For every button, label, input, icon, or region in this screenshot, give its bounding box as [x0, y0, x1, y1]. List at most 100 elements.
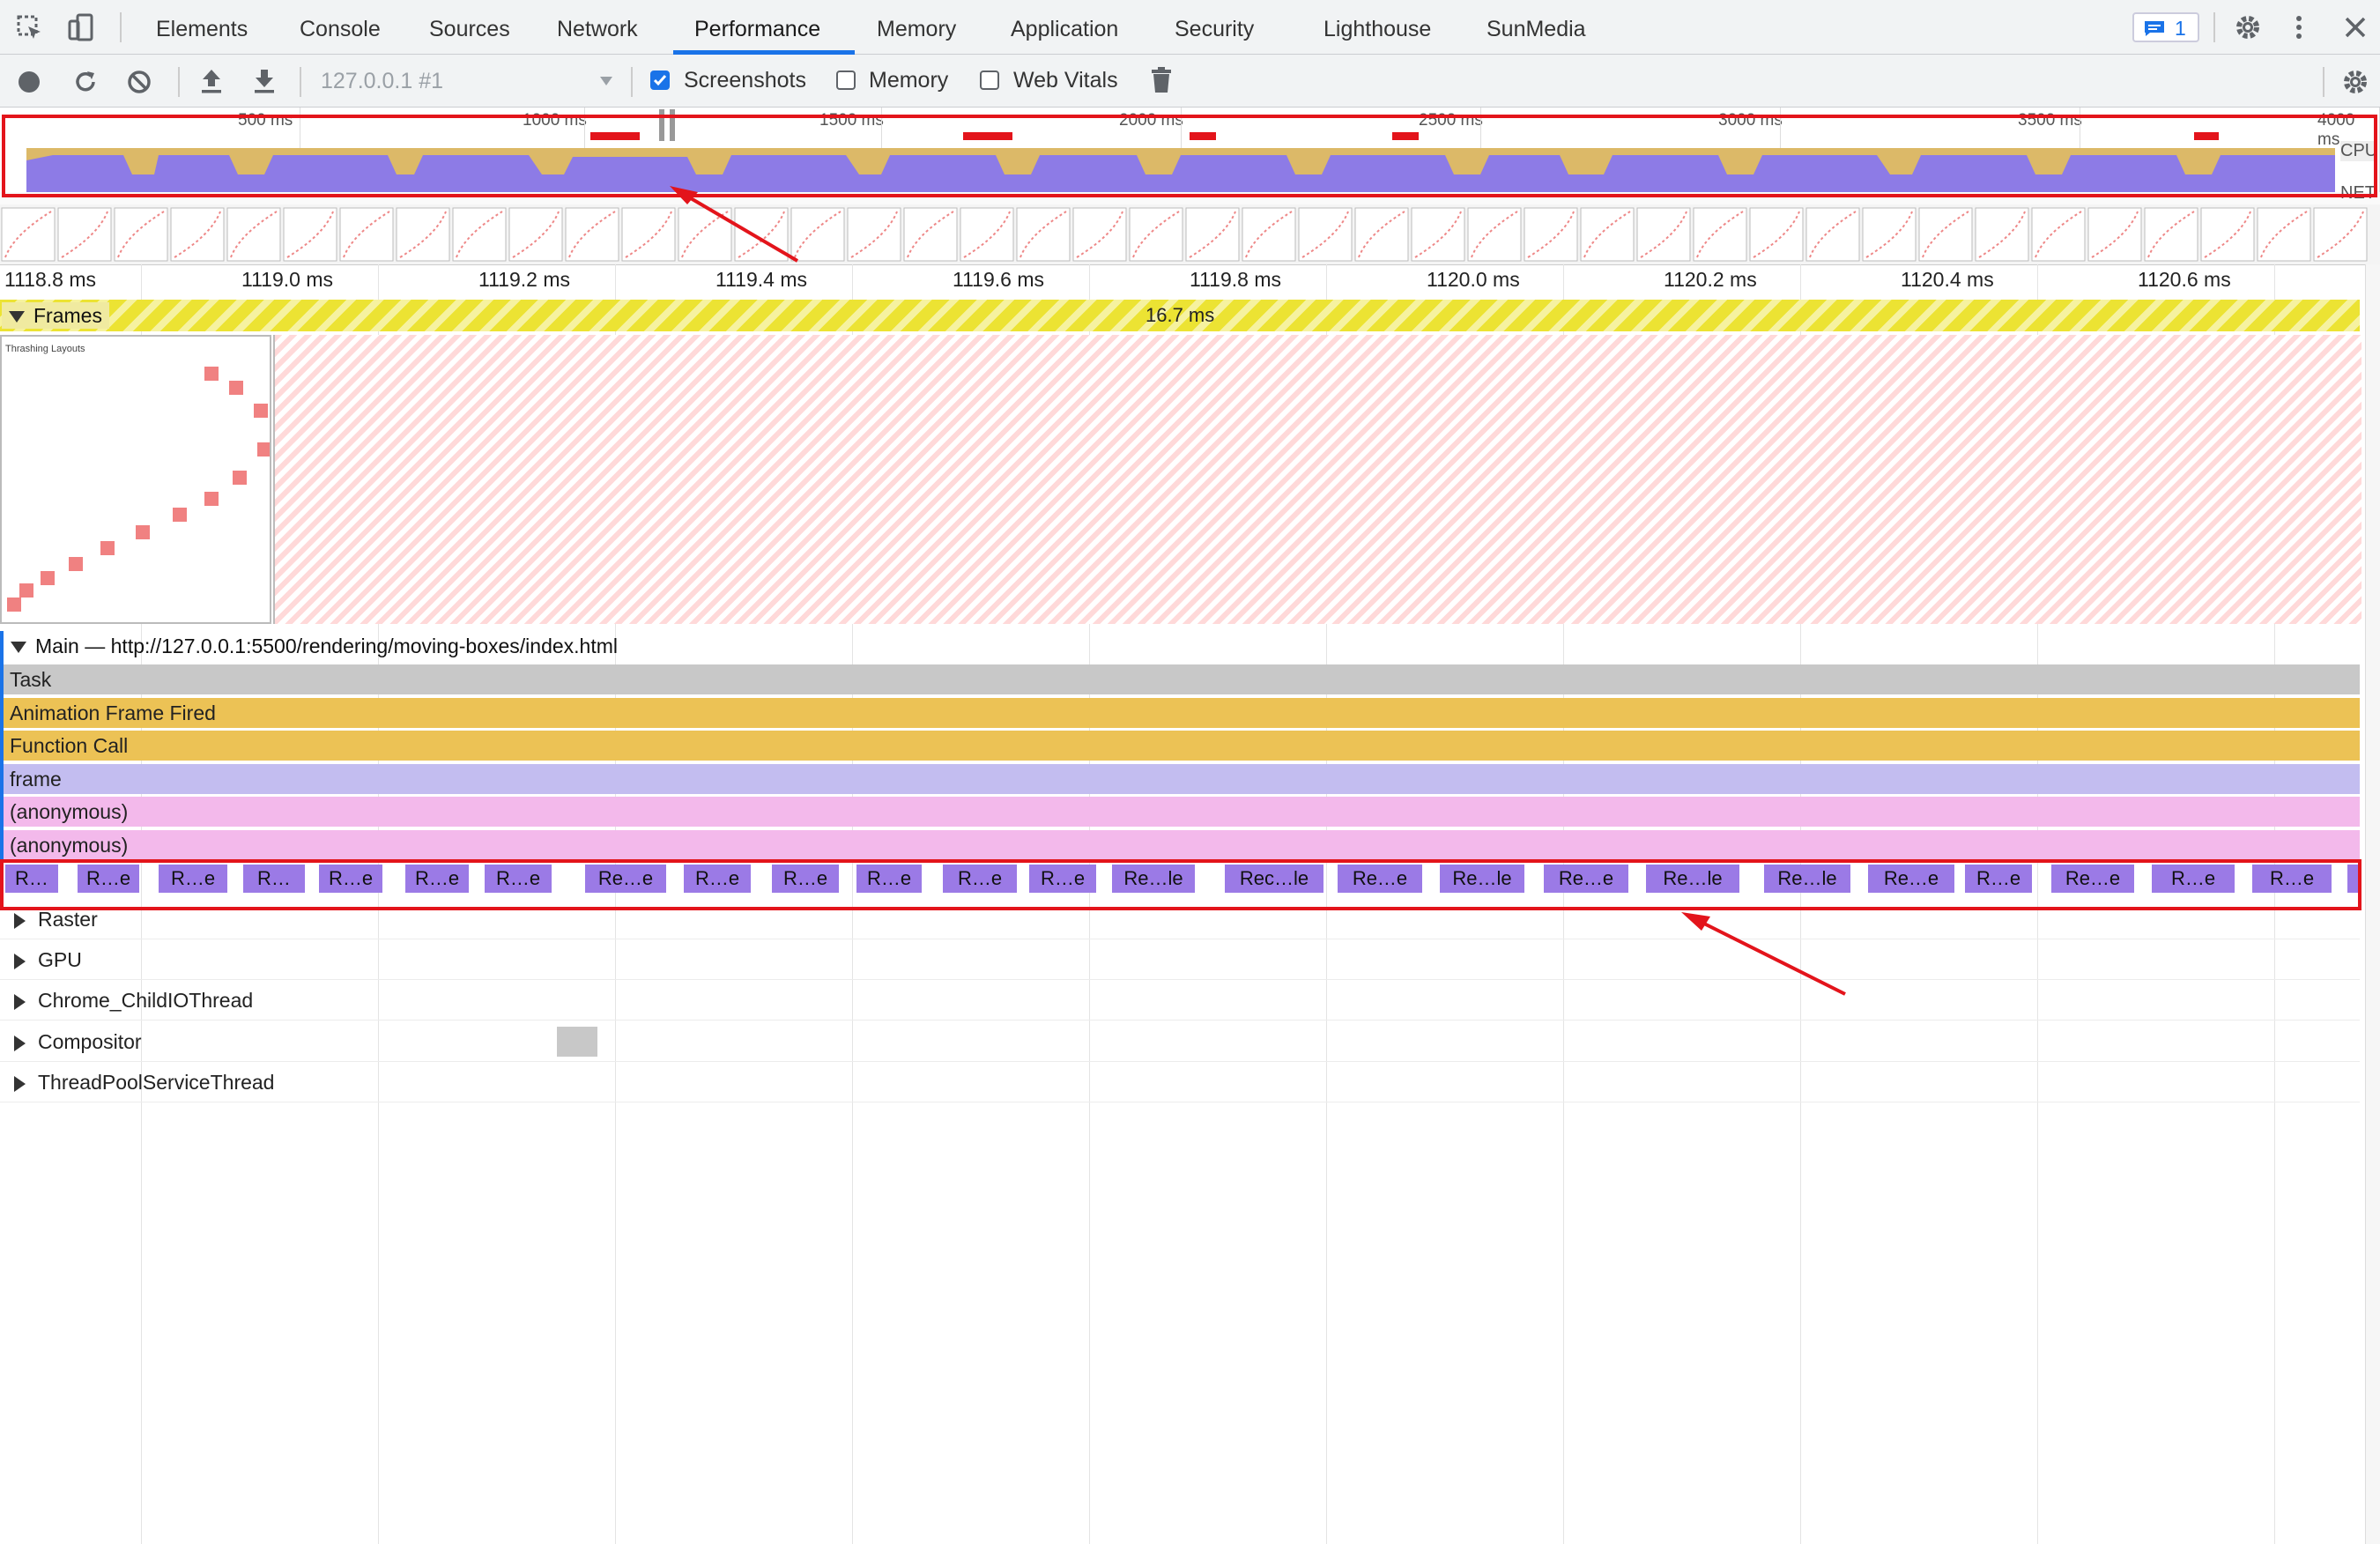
thread-track-label: Raster — [38, 908, 98, 931]
filmstrip-thumbnail[interactable] — [1072, 207, 1127, 262]
filmstrip-thumbnail[interactable] — [2087, 207, 2142, 262]
compositor-event[interactable] — [557, 1027, 597, 1057]
filmstrip-thumbnail[interactable] — [1524, 207, 1578, 262]
filmstrip-thumbnail[interactable] — [2257, 207, 2311, 262]
trash-icon[interactable] — [1151, 67, 1172, 93]
filmstrip-thumbnail[interactable] — [1918, 207, 1973, 262]
filmstrip-thumbnail[interactable] — [508, 207, 563, 262]
filmstrip-thumbnail[interactable] — [2200, 207, 2255, 262]
filmstrip-thumbnail[interactable] — [1016, 207, 1071, 262]
moving-box — [100, 541, 115, 555]
profile-select[interactable]: 127.0.0.1 #1 — [319, 62, 619, 100]
filmstrip-thumbnail[interactable] — [1129, 207, 1183, 262]
filmstrip-thumbnail[interactable] — [1975, 207, 2029, 262]
filmstrip-thumbnail[interactable] — [1242, 207, 1296, 262]
dropped-frame-region[interactable] — [273, 335, 2361, 624]
tab-performance[interactable]: Performance — [694, 0, 820, 55]
thread-track-compositor[interactable]: Compositor — [0, 1021, 2360, 1062]
thread-track-threadpoolservicethread[interactable]: ThreadPoolServiceThread — [0, 1062, 2360, 1102]
filmstrip-thumbnail[interactable] — [734, 207, 789, 262]
anonymous-function-event[interactable]: (anonymous) — [4, 797, 2360, 828]
thread-track-chrome-childiothread[interactable]: Chrome_ChildIOThread — [0, 980, 2360, 1021]
filmstrip-thumbnail[interactable] — [565, 207, 619, 262]
filmstrip-thumbnail[interactable] — [2313, 207, 2368, 262]
devtools-tab-bar: Elements Console Sources Network Perform… — [0, 0, 2380, 55]
filmstrip-thumbnail[interactable] — [170, 207, 225, 262]
issues-badge[interactable]: 1 — [2132, 12, 2199, 42]
record-icon[interactable] — [18, 71, 41, 93]
filmstrip-thumbnail[interactable] — [1298, 207, 1353, 262]
frame-screenshot[interactable]: Thrashing Layouts — [0, 335, 271, 624]
filmstrip-thumbnail[interactable] — [1185, 207, 1240, 262]
filmstrip-thumbnail[interactable] — [1636, 207, 1691, 262]
filmstrip-thumbnail[interactable] — [790, 207, 845, 262]
capture-settings-gear-icon[interactable] — [2340, 67, 2370, 97]
vertical-scrollbar[interactable] — [2365, 264, 2380, 1544]
close-icon[interactable] — [2344, 16, 2367, 39]
filmstrip-thumbnail[interactable] — [57, 207, 112, 262]
device-toolbar-icon[interactable] — [67, 12, 97, 42]
expand-triangle-icon — [14, 912, 26, 929]
filmstrip-thumbnail[interactable] — [114, 207, 168, 262]
chevron-down-icon — [600, 77, 612, 85]
time-tick-label: 1120.0 ms — [1427, 268, 1520, 291]
tab-console[interactable]: Console — [300, 0, 381, 55]
filmstrip-thumbnail[interactable] — [226, 207, 281, 262]
settings-gear-icon[interactable] — [2233, 12, 2263, 42]
function-call-event[interactable]: Function Call — [4, 731, 2360, 761]
filmstrip-thumbnail[interactable] — [2031, 207, 2086, 262]
issues-count: 1 — [2175, 17, 2186, 40]
memory-checkbox[interactable] — [836, 71, 856, 90]
filmstrip-thumbnail[interactable] — [452, 207, 507, 262]
filmstrip-thumbnail[interactable] — [396, 207, 450, 262]
task-event[interactable]: Task — [4, 664, 2360, 694]
filmstrip-thumbnail[interactable] — [903, 207, 958, 262]
tab-memory[interactable]: Memory — [877, 0, 956, 55]
tab-network[interactable]: Network — [557, 0, 638, 55]
filmstrip-thumbnail[interactable] — [960, 207, 1014, 262]
filmstrip-thumbnail[interactable] — [1580, 207, 1635, 262]
tab-application[interactable]: Application — [1011, 0, 1118, 55]
filmstrip-thumbnail[interactable] — [2144, 207, 2198, 262]
filmstrip-thumbnail[interactable] — [1862, 207, 1917, 262]
filmstrip-thumbnail[interactable] — [339, 207, 394, 262]
time-tick-label: 1120.4 ms — [1901, 268, 1994, 291]
reload-record-icon[interactable] — [72, 69, 99, 95]
expand-triangle-icon — [14, 954, 26, 970]
filmstrip-thumbnail[interactable] — [621, 207, 676, 262]
filmstrip-thumbnail[interactable] — [1, 207, 56, 262]
filmstrip-thumbnail[interactable] — [1749, 207, 1804, 262]
screenshots-checkbox[interactable] — [650, 71, 670, 90]
clear-icon[interactable] — [127, 70, 152, 94]
anonymous-function-event[interactable]: (anonymous) — [4, 830, 2360, 860]
upload-profile-icon[interactable] — [199, 68, 224, 94]
filmstrip-thumbnail[interactable] — [1467, 207, 1522, 262]
thread-track-gpu[interactable]: GPU — [0, 939, 2360, 981]
tab-sunmedia[interactable]: SunMedia — [1487, 0, 1586, 55]
filmstrip-thumbnail[interactable] — [1411, 207, 1465, 262]
filmstrip-thumbnail[interactable] — [1693, 207, 1747, 262]
filmstrip-thumbnail[interactable] — [678, 207, 732, 262]
tab-security[interactable]: Security — [1175, 0, 1254, 55]
filmstrip-thumbnail[interactable] — [283, 207, 337, 262]
download-profile-icon[interactable] — [252, 68, 277, 94]
thread-track-raster[interactable]: Raster — [0, 899, 2360, 939]
tab-sources[interactable]: Sources — [429, 0, 510, 55]
filmstrip-thumbnail[interactable] — [1354, 207, 1409, 262]
frames-track-header[interactable]: Frames — [2, 302, 109, 329]
filmstrip-thumbnail[interactable] — [1805, 207, 1860, 262]
filmstrip-thumbnail[interactable] — [847, 207, 901, 262]
inspect-element-icon[interactable] — [16, 14, 44, 42]
time-tick-label: 1119.4 ms — [715, 268, 807, 291]
tab-elements[interactable]: Elements — [156, 0, 248, 55]
main-track-header[interactable]: Main — http://127.0.0.1:5500/rendering/m… — [11, 635, 618, 658]
expand-triangle-icon — [11, 642, 26, 654]
web-vitals-checkbox[interactable] — [980, 71, 999, 90]
frame-function-event[interactable]: frame — [4, 763, 2360, 794]
time-tick-label: 1120.6 ms — [2138, 268, 2231, 291]
toolbar-divider — [178, 67, 180, 97]
tab-lighthouse[interactable]: Lighthouse — [1323, 0, 1431, 55]
main-track-title: Main — http://127.0.0.1:5500/rendering/m… — [35, 635, 618, 657]
animation-frame-fired-event[interactable]: Animation Frame Fired — [4, 697, 2360, 728]
more-options-icon[interactable] — [2293, 14, 2305, 41]
